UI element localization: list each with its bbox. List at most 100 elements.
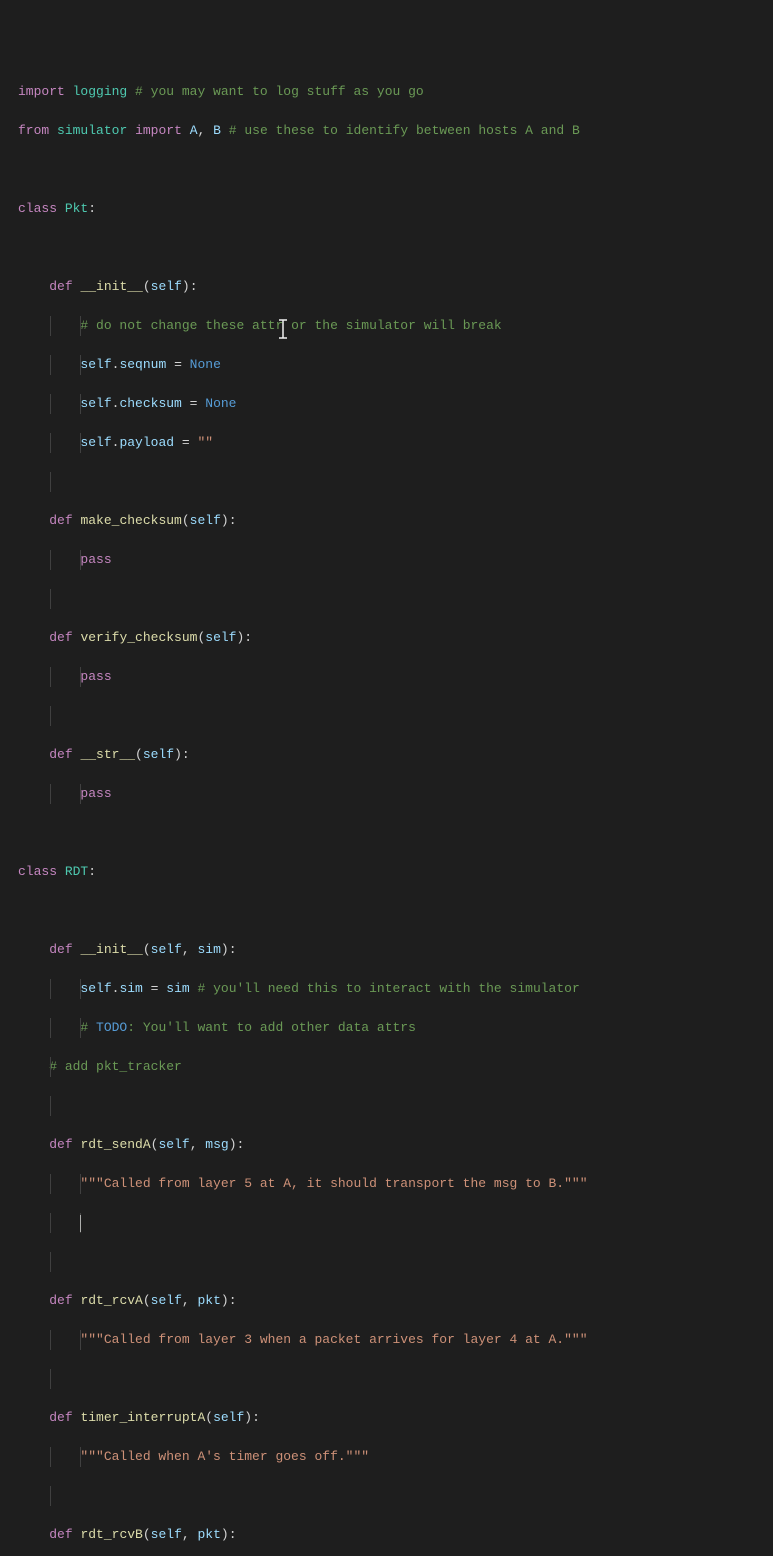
- const-none: None: [190, 357, 221, 372]
- param-self: self: [151, 1527, 182, 1542]
- attr-payload: payload: [119, 435, 174, 450]
- indent-guide: [80, 784, 81, 804]
- param-self: self: [213, 1410, 244, 1425]
- code-line[interactable]: # do not change these attr or the simula…: [18, 316, 773, 336]
- attr-checksum: checksum: [119, 396, 181, 411]
- comment-prefix: #: [80, 1020, 96, 1035]
- docstring: """Called from layer 5 at A, it should t…: [80, 1176, 587, 1191]
- indent-guide: [50, 1330, 51, 1350]
- blank-line[interactable]: [18, 238, 773, 258]
- indent-guide: [50, 1252, 51, 1272]
- indent-guide: [80, 355, 81, 375]
- code-line[interactable]: class Pkt:: [18, 199, 773, 219]
- class-rdt: RDT: [65, 864, 88, 879]
- method-rdt-senda: rdt_sendA: [80, 1137, 150, 1152]
- attr-seqnum: seqnum: [119, 357, 166, 372]
- comment: # you'll need this to interact with the …: [197, 981, 579, 996]
- code-line[interactable]: def rdt_rcvA(self, pkt):: [18, 1291, 773, 1311]
- param-self: self: [151, 942, 182, 957]
- var-self: self: [80, 357, 111, 372]
- indent-guide: [80, 1447, 81, 1467]
- code-line[interactable]: """Called from layer 5 at A, it should t…: [18, 1174, 773, 1194]
- code-line[interactable]: def timer_interruptA(self):: [18, 1408, 773, 1428]
- blank-line[interactable]: [18, 472, 773, 492]
- code-line[interactable]: # add pkt_tracker: [18, 1057, 773, 1077]
- blank-line[interactable]: [18, 1096, 773, 1116]
- code-line[interactable]: import logging # you may want to log stu…: [18, 82, 773, 102]
- code-line[interactable]: self.seqnum = None: [18, 355, 773, 375]
- indent-guide: [50, 706, 51, 726]
- code-line[interactable]: pass: [18, 667, 773, 687]
- keyword-import: import: [135, 123, 182, 138]
- keyword-def: def: [49, 513, 72, 528]
- code-line[interactable]: class RDT:: [18, 862, 773, 882]
- var-self: self: [80, 981, 111, 996]
- param-sim: sim: [198, 942, 221, 957]
- indent-guide: [50, 1447, 51, 1467]
- module-simulator: simulator: [57, 123, 127, 138]
- code-line[interactable]: pass: [18, 550, 773, 570]
- code-line[interactable]: def rdt_sendA(self, msg):: [18, 1135, 773, 1155]
- indent-guide: [50, 1018, 51, 1038]
- method-rdt-rcvb: rdt_rcvB: [80, 1527, 142, 1542]
- keyword-def: def: [49, 630, 72, 645]
- symbol-a: A: [190, 123, 198, 138]
- keyword-class: class: [18, 201, 57, 216]
- blank-line[interactable]: [18, 589, 773, 609]
- indent-guide: [80, 667, 81, 687]
- blank-line[interactable]: [18, 1252, 773, 1272]
- edit-cursor: [80, 1215, 81, 1232]
- method-rdt-rcva: rdt_rcvA: [80, 1293, 142, 1308]
- code-line[interactable]: def __init__(self):: [18, 277, 773, 297]
- indent-guide: [80, 433, 81, 453]
- comment-rest: : You'll want to add other data attrs: [127, 1020, 416, 1035]
- code-line[interactable]: """Called when A's timer goes off.""": [18, 1447, 773, 1467]
- blank-line[interactable]: [18, 901, 773, 921]
- code-line[interactable]: """Called from layer 3 when a packet arr…: [18, 1330, 773, 1350]
- code-line[interactable]: def rdt_rcvB(self, pkt):: [18, 1525, 773, 1545]
- code-line[interactable]: self.sim = sim # you'll need this to int…: [18, 979, 773, 999]
- code-line[interactable]: def __str__(self):: [18, 745, 773, 765]
- keyword-pass: pass: [80, 669, 111, 684]
- keyword-pass: pass: [80, 552, 111, 567]
- blank-line[interactable]: [18, 823, 773, 843]
- code-line[interactable]: [18, 1213, 773, 1233]
- code-line[interactable]: self.checksum = None: [18, 394, 773, 414]
- indent-guide: [50, 550, 51, 570]
- keyword-class: class: [18, 864, 57, 879]
- code-line[interactable]: def verify_checksum(self):: [18, 628, 773, 648]
- keyword-import: import: [18, 84, 65, 99]
- param-self: self: [151, 279, 182, 294]
- indent-guide: [50, 1096, 51, 1116]
- indent-guide: [80, 394, 81, 414]
- indent-guide: [50, 1174, 51, 1194]
- method-init: __init__: [80, 942, 142, 957]
- code-line[interactable]: self.payload = "": [18, 433, 773, 453]
- keyword-def: def: [49, 279, 72, 294]
- indent-guide: [80, 1174, 81, 1194]
- indent-guide: [50, 1213, 51, 1233]
- code-line[interactable]: pass: [18, 784, 773, 804]
- keyword-def: def: [49, 1527, 72, 1542]
- var-self: self: [80, 396, 111, 411]
- keyword-def: def: [49, 1293, 72, 1308]
- method-timer-interrupta: timer_interruptA: [80, 1410, 205, 1425]
- indent-guide: [50, 394, 51, 414]
- code-line[interactable]: from simulator import A, B # use these t…: [18, 121, 773, 141]
- indent-guide: [80, 1330, 81, 1350]
- indent-guide: [80, 316, 81, 336]
- param-self: self: [190, 513, 221, 528]
- comment-part-b: or the simulator will break: [283, 318, 501, 333]
- code-line[interactable]: # TODO: You'll want to add other data at…: [18, 1018, 773, 1038]
- module-logging: logging: [73, 84, 128, 99]
- comment: # you may want to log stuff as you go: [135, 84, 424, 99]
- blank-line[interactable]: [18, 1486, 773, 1506]
- blank-line[interactable]: [18, 160, 773, 180]
- comment-part-a: # do not change these attr: [80, 318, 283, 333]
- method-str: __str__: [80, 747, 135, 762]
- blank-line[interactable]: [18, 1369, 773, 1389]
- blank-line[interactable]: [18, 706, 773, 726]
- docstring: """Called from layer 3 when a packet arr…: [80, 1332, 587, 1347]
- code-line[interactable]: def __init__(self, sim):: [18, 940, 773, 960]
- code-line[interactable]: def make_checksum(self):: [18, 511, 773, 531]
